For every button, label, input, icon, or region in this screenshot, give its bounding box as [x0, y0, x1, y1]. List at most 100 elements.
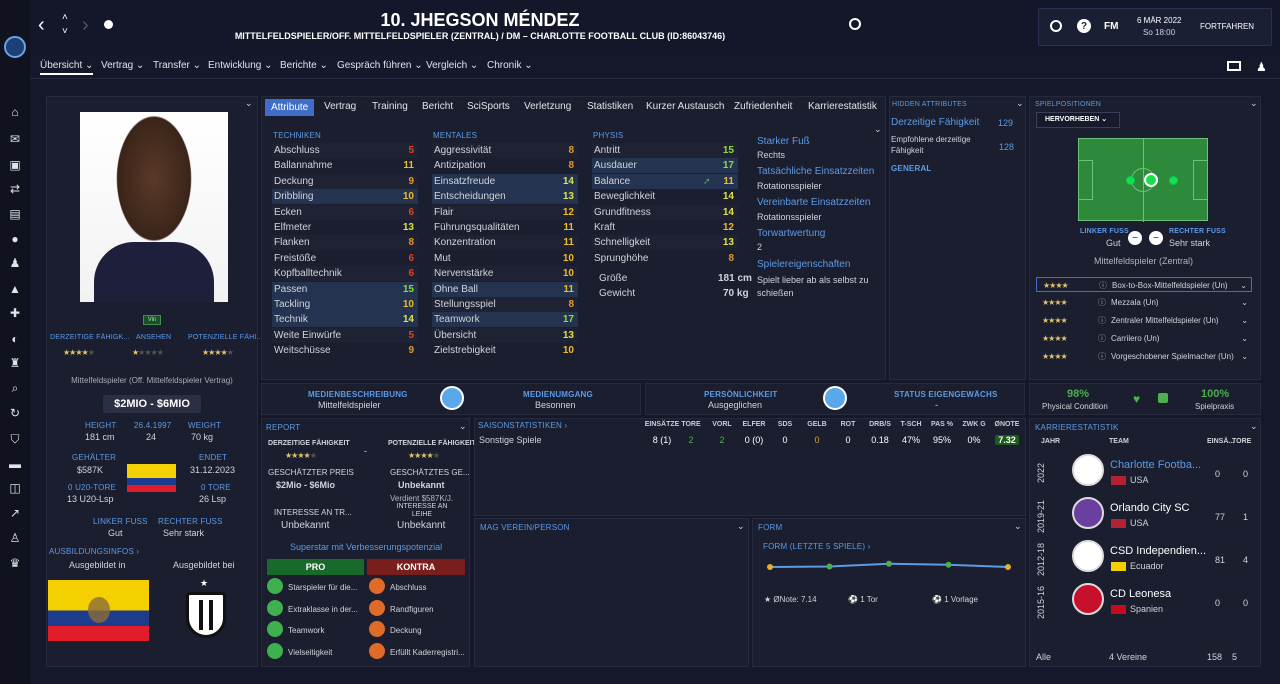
- chevron-down-icon[interactable]: ⌄: [1241, 331, 1248, 346]
- role-row[interactable]: ★★★★ ⓘ Vorgeschobener Spielmacher (Un) ⌄: [1036, 349, 1252, 364]
- dropdown-icon[interactable]: [104, 20, 113, 29]
- role-row[interactable]: ★★★★ ⓘ Box-to-Box-Mittelfeldspieler (Un) ⌄: [1036, 277, 1252, 292]
- chevron-down-icon[interactable]: ⌄: [1241, 313, 1248, 328]
- form-point[interactable]: [767, 564, 773, 570]
- career-title: KARRIERESTATISTIK: [1035, 423, 1119, 432]
- help-icon[interactable]: ?: [1077, 19, 1091, 33]
- left-foot-toggle-icon[interactable]: −: [1128, 231, 1142, 245]
- medical-icon[interactable]: ✚: [8, 306, 22, 320]
- club-crest-independiente: [186, 592, 226, 638]
- attr-row: Entscheidungen 13: [432, 189, 578, 205]
- competitions-icon[interactable]: ◐: [8, 332, 22, 346]
- form-sub[interactable]: FORM (LETZTE 5 SPIELE) ›: [763, 542, 871, 551]
- fm-logo[interactable]: FM: [1104, 21, 1118, 32]
- back-icon[interactable]: ‹: [38, 14, 45, 37]
- hidden-menu-icon[interactable]: ⌄: [1016, 98, 1024, 109]
- career-team[interactable]: Orlando City SC: [1110, 502, 1189, 514]
- attr-name: Weite Einwürfe: [274, 329, 342, 341]
- tab-scisports[interactable]: SciSports: [467, 101, 510, 112]
- tab-statistiken[interactable]: Statistiken: [587, 101, 633, 112]
- form-point[interactable]: [945, 561, 952, 568]
- right-foot-toggle-icon[interactable]: −: [1149, 231, 1163, 245]
- career-team[interactable]: CSD Independien...: [1110, 545, 1206, 557]
- fav-title: MAG VEREIN/PERSON: [480, 523, 570, 532]
- role-row[interactable]: ★★★★ ⓘ Zentraler Mittelfeldspieler (Un) ⌄: [1036, 313, 1252, 328]
- chevron-down-icon[interactable]: ⌄: [1240, 278, 1247, 293]
- trophy-icon[interactable]: ♜: [8, 356, 22, 370]
- tab-attribute[interactable]: Attribute: [265, 99, 315, 116]
- menu-reports[interactable]: Berichte ⌄: [280, 60, 328, 71]
- career-team[interactable]: Charlotte Footba...: [1110, 459, 1201, 471]
- club-icon[interactable]: ⛉: [8, 432, 22, 446]
- menu-talk[interactable]: Gespräch führen ⌄: [337, 60, 423, 71]
- role-row[interactable]: ★★★★ ⓘ Carrilero (Un) ⌄: [1036, 331, 1252, 346]
- report-menu-icon[interactable]: ⌄: [459, 421, 467, 432]
- ends-label: ENDET: [199, 453, 228, 462]
- form-point[interactable]: [886, 560, 892, 567]
- pos-dot-right: [1169, 176, 1178, 185]
- scouting-icon[interactable]: ⌕: [8, 381, 22, 395]
- pro-item: Starspieler für die...: [288, 583, 358, 592]
- career-menu-icon[interactable]: ⌄: [1250, 421, 1258, 432]
- tab-bericht[interactable]: Bericht: [422, 101, 453, 112]
- club-logo-icon[interactable]: [4, 36, 26, 58]
- form-point[interactable]: [1005, 564, 1011, 570]
- search-icon[interactable]: [849, 18, 861, 30]
- squad-icon[interactable]: ▣: [8, 158, 22, 172]
- forward-icon[interactable]: ›: [82, 14, 89, 37]
- career-team[interactable]: CD Leonesa: [1110, 588, 1171, 600]
- manager-icon[interactable]: ♙: [8, 531, 22, 545]
- pro-header: PRO: [267, 559, 364, 575]
- transfers-icon[interactable]: ↻: [8, 406, 22, 420]
- attr-menu-icon[interactable]: ⌄: [874, 124, 882, 135]
- chevron-down-icon[interactable]: ⌄: [1241, 295, 1248, 310]
- techniken-title: TECHNIKEN: [273, 131, 322, 140]
- role-stars: ★★★★: [1043, 281, 1069, 290]
- hidden-general: GENERAL: [891, 164, 932, 173]
- role-row[interactable]: ★★★★ ⓘ Mezzala (Un) ⌄: [1036, 295, 1252, 310]
- menu-history[interactable]: Chronik ⌄: [487, 60, 533, 71]
- form-badge: Vin: [143, 315, 161, 325]
- continue-button[interactable]: FORTFAHREN: [1200, 22, 1254, 31]
- dev-icon[interactable]: ◫: [8, 481, 22, 495]
- positions-menu-icon[interactable]: ⌄: [1250, 98, 1258, 109]
- form-point[interactable]: [826, 563, 833, 570]
- country-flag-icon: [1111, 476, 1126, 485]
- people-icon[interactable]: ♛: [8, 556, 22, 570]
- menu-transfer[interactable]: Transfer ⌄: [153, 60, 201, 71]
- menu-development[interactable]: Entwicklung ⌄: [208, 60, 273, 71]
- inbox-icon[interactable]: ✉: [8, 132, 22, 146]
- highlight-select[interactable]: HERVORHEBEN ⌄: [1036, 112, 1120, 128]
- form-menu-icon[interactable]: ⌄: [1014, 521, 1022, 532]
- staff-icon[interactable]: ♟: [8, 256, 22, 270]
- tab-karriere[interactable]: Karrierestatistik: [808, 101, 877, 112]
- attr-row: Elfmeter 13: [272, 220, 418, 235]
- finances-icon[interactable]: ▬: [8, 457, 22, 471]
- attr-name: Kopfballtechnik: [274, 268, 342, 280]
- panel-menu-icon[interactable]: ⌄: [245, 98, 253, 109]
- menu-contract[interactable]: Vertrag ⌄: [101, 60, 144, 71]
- calendar-icon[interactable]: ●: [8, 232, 22, 246]
- right-foot-label: RECHTER FUSS: [158, 517, 223, 526]
- down-icon[interactable]: ˅: [62, 26, 68, 37]
- tab-verletzung[interactable]: Verletzung: [524, 101, 571, 112]
- tab-austausch[interactable]: Kurzer Austausch: [646, 101, 724, 112]
- fav-menu-icon[interactable]: ⌄: [737, 521, 745, 532]
- pin-icon[interactable]: ♟: [1256, 60, 1267, 74]
- reports-icon[interactable]: ▤: [8, 207, 22, 221]
- trend-icon[interactable]: ↗: [8, 506, 22, 520]
- up-icon[interactable]: ˄: [62, 12, 68, 23]
- training-info-title[interactable]: AUSBILDUNGSINFOS ›: [49, 547, 139, 556]
- tab-zufriedenheit[interactable]: Zufriedenheit: [734, 101, 792, 112]
- training-icon[interactable]: ▲: [8, 282, 22, 296]
- chevron-down-icon[interactable]: ⌄: [1241, 349, 1248, 364]
- menu-compare[interactable]: Vergleich ⌄: [426, 60, 478, 71]
- tab-training[interactable]: Training: [372, 101, 408, 112]
- home-icon[interactable]: ⌂: [8, 105, 22, 119]
- monitor-icon[interactable]: [1227, 61, 1241, 71]
- menu-overview[interactable]: Übersicht ⌄: [40, 60, 94, 75]
- tactics-icon[interactable]: ⇄: [8, 182, 22, 196]
- season-title[interactable]: SAISONSTATISTIKEN ›: [478, 421, 567, 430]
- globe-icon[interactable]: [1050, 20, 1062, 32]
- tab-vertrag[interactable]: Vertrag: [324, 101, 356, 112]
